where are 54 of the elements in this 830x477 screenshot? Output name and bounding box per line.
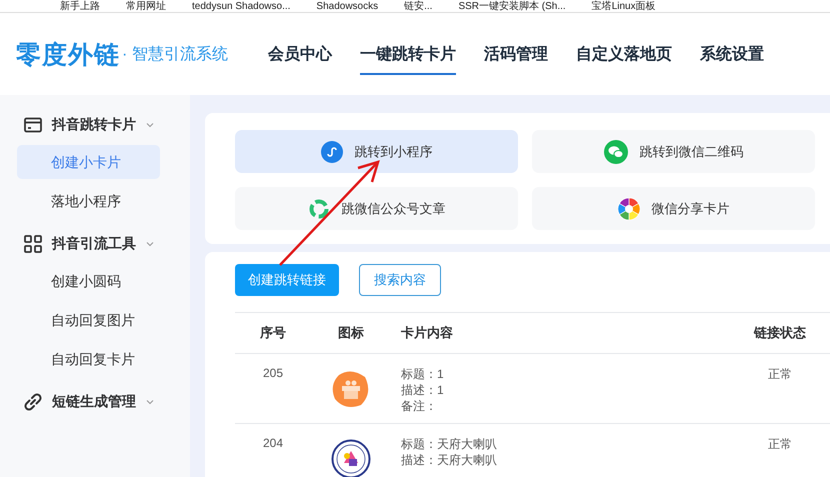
search-button[interactable]: 搜索内容: [359, 264, 441, 296]
table-cell-text: 正常: [767, 436, 793, 453]
option-tile[interactable]: 跳微信公众号文章: [235, 187, 518, 230]
card-icon: [24, 117, 42, 133]
option-tile[interactable]: 跳转到小程序: [235, 130, 518, 173]
sidebar-group[interactable]: 抖音引流工具: [52, 235, 136, 253]
wechat-icon: [604, 140, 628, 164]
card-content-line: 标题：1: [401, 366, 445, 382]
sidebar-group[interactable]: 短链生成管理: [52, 393, 136, 411]
aperture-icon: [618, 198, 640, 220]
bookmark-link[interactable]: 新手上路: [60, 1, 100, 12]
nav-tab[interactable]: 会员中心: [268, 34, 332, 74]
table-cell-text: 205: [262, 366, 284, 380]
bookmark-link[interactable]: 宝塔Linux面板: [592, 1, 656, 12]
nav-tab[interactable]: 活码管理: [484, 34, 548, 74]
sidebar-item[interactable]: 落地小程序: [17, 184, 160, 218]
card-content-line: 备注：: [401, 398, 438, 414]
column-header: 图标: [337, 324, 365, 342]
chevron-icon[interactable]: [146, 240, 154, 248]
sidebar-item[interactable]: 自动回复卡片: [17, 342, 160, 376]
option-tile[interactable]: 微信分享卡片: [532, 187, 815, 230]
option-label: 跳转到微信二维码: [640, 142, 744, 160]
sidebar-item[interactable]: 自动回复图片: [17, 303, 160, 337]
column-header: 链接状态: [752, 324, 807, 342]
chevron-icon[interactable]: [146, 398, 154, 406]
column-header: 序号: [259, 324, 287, 342]
bookmark-link[interactable]: Shadowsocks: [316, 1, 378, 12]
sidebar-group[interactable]: 抖音跳转卡片: [52, 116, 136, 134]
grid-icon: [24, 235, 42, 253]
column-header: 卡片内容: [400, 324, 454, 342]
option-tile[interactable]: 跳转到微信二维码: [532, 130, 815, 173]
card-content-line: 标题：天府大喇叭: [401, 436, 498, 452]
card-content-line: 描述：天府大喇叭: [401, 452, 498, 468]
link-icon: [24, 393, 42, 411]
card-content-line: 描述：1: [401, 382, 445, 398]
mini-program-icon: [320, 140, 342, 162]
gift-icon: [331, 369, 371, 409]
bookmark-link[interactable]: SSR一键安装脚本 (Sh...: [458, 1, 566, 12]
logo-tagline: · 智慧引流系统: [122, 44, 228, 64]
bookmark-link[interactable]: 常用网址: [126, 1, 166, 12]
bookmark-link[interactable]: 链安...: [404, 1, 432, 12]
nav-tab[interactable]: 系统设置: [700, 34, 764, 74]
nav-tab[interactable]: 自定义落地页: [576, 34, 672, 74]
ring-icon: [308, 198, 330, 220]
option-label: 跳转到小程序: [354, 142, 432, 160]
option-label: 微信分享卡片: [652, 200, 730, 218]
nav-tab[interactable]: 一键跳转卡片: [360, 34, 456, 74]
bookmark-link[interactable]: teddysun Shadowso...: [192, 1, 290, 12]
option-label: 跳微信公众号文章: [342, 200, 446, 218]
table-cell-text: 204: [262, 436, 284, 450]
table-cell-text: 正常: [767, 366, 793, 383]
logo-text: 零度外链: [16, 40, 120, 70]
chevron-icon[interactable]: [146, 121, 154, 129]
sidebar-item[interactable]: 创建小圆码: [17, 264, 160, 298]
